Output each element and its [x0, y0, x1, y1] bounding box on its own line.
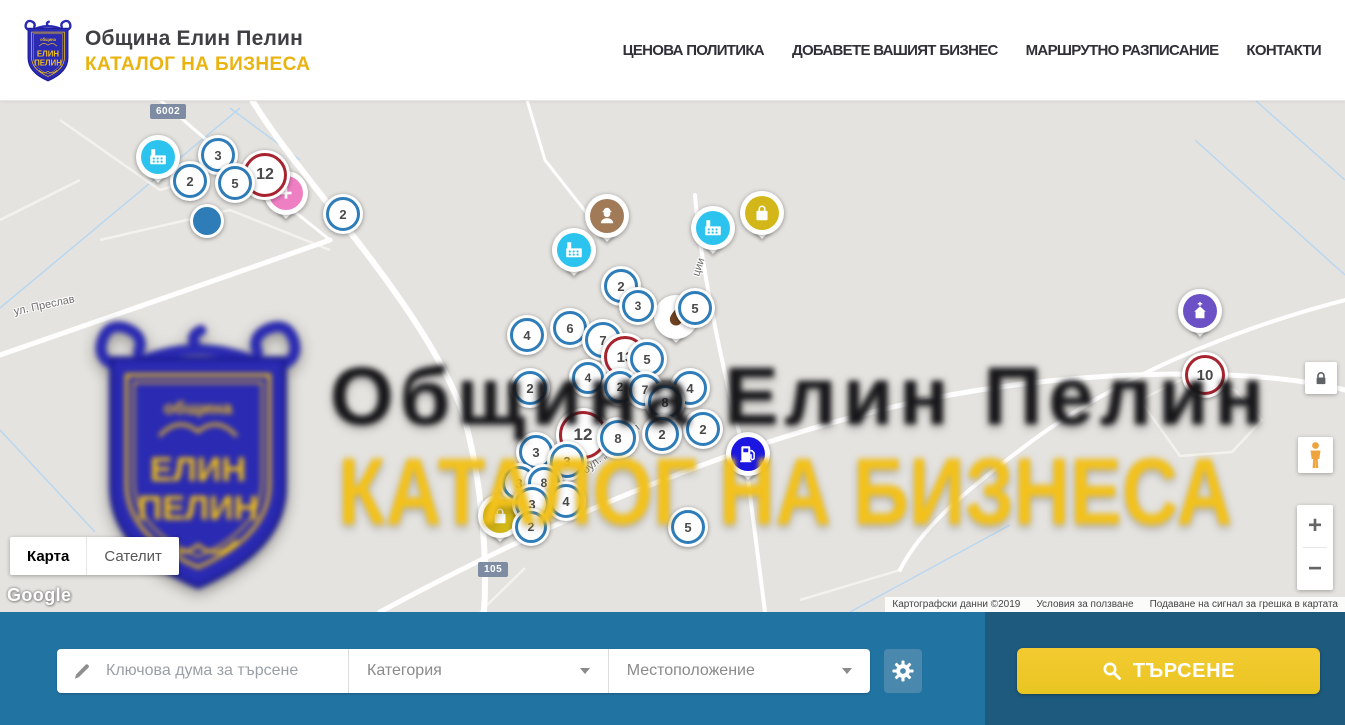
- cluster-marker[interactable]: 4: [546, 481, 586, 521]
- brand-title: Община Елин Пелин: [85, 27, 310, 51]
- brand-text: Община Елин Пелин КАТАЛОГ НА БИЗНЕСА: [85, 27, 310, 76]
- gear-icon: [892, 660, 914, 682]
- map-type-control: Карта Сателит: [10, 537, 179, 575]
- pegman-control[interactable]: [1298, 437, 1333, 473]
- zoom-control: + −: [1297, 505, 1333, 590]
- cluster-marker[interactable]: 10: [1182, 352, 1228, 398]
- cluster-marker[interactable]: 5: [215, 163, 255, 203]
- cluster-marker[interactable]: 2: [642, 414, 682, 454]
- terms-link[interactable]: Условия за ползване: [1036, 599, 1133, 610]
- attribution-copyright: Картографски данни ©2019: [892, 599, 1020, 610]
- shopping-bag-icon: [752, 203, 772, 223]
- nav-contacts[interactable]: КОНТАКТИ: [1246, 42, 1321, 59]
- brand-logo[interactable]: община ЕЛИН ПЕЛИН Община Елин Пелин КАТА…: [22, 18, 310, 84]
- main-nav: ЦЕНОВА ПОЛИТИКА ДОБАВЕТЕ ВАШИЯТ БИЗНЕС М…: [623, 0, 1321, 100]
- fullscreen-lock-button[interactable]: [1305, 362, 1337, 394]
- cluster-marker[interactable]: [190, 204, 224, 238]
- municipal-emblem-icon: община ЕЛИН ПЕЛИН: [22, 18, 74, 84]
- google-logo[interactable]: Google: [7, 585, 71, 606]
- cluster-marker[interactable]: 4: [507, 315, 547, 355]
- search-panel: Категория Местоположение: [0, 612, 1345, 725]
- cluster-marker[interactable]: 8: [597, 417, 639, 459]
- lock-icon: [1314, 371, 1328, 386]
- map-canvas[interactable]: община ЕЛИН ПЕЛИН Община Елин Пелин КАТА…: [0, 100, 1345, 612]
- pin-marker-factory[interactable]: [136, 135, 180, 179]
- svg-text:ЕЛИН: ЕЛИН: [37, 50, 59, 59]
- pin-marker-bag[interactable]: [740, 191, 784, 235]
- cluster-marker[interactable]: 2: [683, 409, 723, 449]
- factory-icon: [148, 147, 168, 167]
- advanced-settings-button[interactable]: [884, 649, 922, 693]
- pin-marker-worker[interactable]: [585, 194, 629, 238]
- chevron-down-icon: [842, 668, 852, 674]
- worker-icon: [597, 206, 617, 226]
- location-select[interactable]: Местоположение: [608, 649, 870, 693]
- category-value: Категория: [367, 662, 442, 680]
- cluster-marker[interactable]: 2: [510, 368, 550, 408]
- svg-text:община: община: [40, 37, 57, 42]
- nav-add-business[interactable]: ДОБАВЕТЕ ВАШИЯТ БИЗНЕС: [792, 42, 998, 59]
- cluster-marker[interactable]: 5: [668, 507, 708, 547]
- satellite-view-button[interactable]: Сателит: [86, 537, 179, 575]
- search-button-label: ТЪРСЕНЕ: [1133, 660, 1235, 683]
- keyword-input[interactable]: [104, 661, 348, 681]
- church-icon: [1190, 301, 1210, 321]
- cluster-marker[interactable]: 5: [675, 288, 715, 328]
- map-attribution: Картографски данни ©2019 Условия за полз…: [885, 597, 1345, 612]
- map-view-button[interactable]: Карта: [10, 537, 86, 575]
- category-select[interactable]: Категория: [348, 649, 608, 693]
- search-bar: Категория Местоположение: [57, 649, 870, 693]
- nav-route-schedule[interactable]: МАРШРУТНО РАЗПИСАНИЕ: [1026, 42, 1219, 59]
- location-value: Местоположение: [627, 662, 755, 680]
- zoom-in-button[interactable]: +: [1297, 505, 1333, 547]
- search-button[interactable]: ТЪРСЕНЕ: [1017, 648, 1320, 694]
- page: { "emblem": { "top": "община", "line1": …: [0, 0, 1345, 725]
- pencil-icon: [72, 662, 91, 681]
- zoom-out-button[interactable]: −: [1297, 548, 1333, 590]
- header: община ЕЛИН ПЕЛИН Община Елин Пелин КАТА…: [0, 0, 1345, 101]
- keyword-section: [57, 649, 348, 693]
- cluster-marker[interactable]: 2: [323, 194, 363, 234]
- report-error-link[interactable]: Подаване на сигнал за грешка в картата: [1150, 599, 1338, 610]
- cluster-marker[interactable]: 3: [619, 287, 657, 325]
- nav-pricing[interactable]: ЦЕНОВА ПОЛИТИКА: [623, 42, 764, 59]
- cluster-marker[interactable]: 2: [512, 508, 550, 546]
- pin-marker-factory[interactable]: [691, 206, 735, 250]
- brand-subtitle: КАТАЛОГ НА БИЗНЕСА: [85, 54, 310, 76]
- pegman-icon: [1308, 441, 1323, 469]
- road-number-chip: 6002: [150, 104, 186, 119]
- pin-marker-fuel[interactable]: [726, 432, 770, 476]
- chevron-down-icon: [580, 668, 590, 674]
- fuel-pump-icon: [738, 444, 758, 464]
- factory-icon: [564, 240, 584, 260]
- factory-icon: [703, 218, 723, 238]
- svg-text:ПЕЛИН: ПЕЛИН: [34, 58, 62, 67]
- road-number-chip: 105: [478, 562, 508, 577]
- shopping-bag-icon: [490, 506, 510, 526]
- search-icon: [1102, 661, 1122, 681]
- pin-marker-church[interactable]: [1178, 289, 1222, 333]
